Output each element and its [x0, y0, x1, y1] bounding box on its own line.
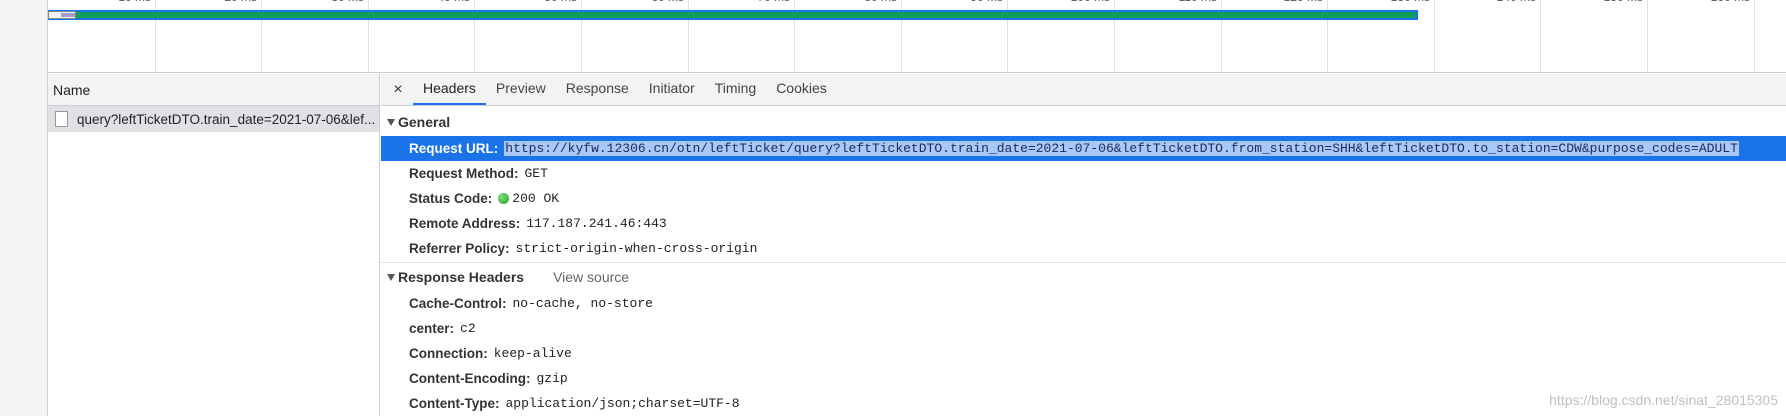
close-icon[interactable]: ×	[389, 75, 407, 105]
header-value: 117.187.241.46:443	[526, 216, 667, 231]
waterfall-waiting-segment	[72, 12, 1416, 18]
timeline-tick-label: 140 ms	[1497, 0, 1540, 4]
timeline-tick-label: 50 ms	[544, 0, 581, 4]
response-headers-title: Response Headers	[398, 269, 525, 285]
header-key: Remote Address:	[409, 216, 521, 231]
header-value: c2	[460, 321, 476, 336]
header-value: no-cache, no-store	[512, 296, 653, 311]
timeline-tick-label: 20 ms	[224, 0, 261, 4]
response-header-row: Connection: keep-alive	[381, 341, 1786, 366]
request-url-row[interactable]: Request URL: https://kyfw.12306.cn/otn/l…	[381, 136, 1786, 161]
header-value: 200 OK	[512, 191, 560, 206]
status-ok-icon	[498, 193, 510, 204]
timeline-tick-label: 10 ms	[118, 0, 155, 4]
tab-headers[interactable]: Headers	[413, 74, 486, 105]
referrer-policy-row: Referrer Policy: strict-origin-when-cros…	[381, 236, 1786, 261]
header-value: strict-origin-when-cross-origin	[515, 241, 758, 256]
name-column-header[interactable]: Name	[48, 74, 379, 106]
response-header-row: Cache-Control: no-cache, no-store	[381, 291, 1786, 316]
timeline-grid-line	[1754, 0, 1755, 72]
details-tab-bar: × Headers Preview Response Initiator Tim…	[381, 74, 1786, 106]
header-key: Connection:	[409, 346, 488, 361]
timeline-grid-line	[1647, 0, 1648, 72]
network-timeline-overview[interactable]: 10 ms 20 ms 30 ms 40 ms 50 ms 60 ms 70 ms 80 ms…	[48, 0, 1786, 73]
timeline-tick-label: 100 ms	[1071, 0, 1114, 4]
request-method-row: Request Method: GET	[381, 161, 1786, 186]
watermark: https://blog.csdn.net/sinat_28015305	[1549, 392, 1778, 408]
header-value: keep-alive	[493, 346, 572, 361]
request-details-pane: × Headers Preview Response Initiator Tim…	[381, 74, 1786, 416]
timeline-tick-label: 80 ms	[864, 0, 901, 4]
tab-initiator[interactable]: Initiator	[639, 74, 705, 105]
header-key: Request Method:	[409, 166, 519, 181]
header-key: Referrer Policy:	[409, 241, 510, 256]
view-source-link[interactable]: View source	[553, 269, 629, 285]
header-value: GET	[524, 166, 548, 181]
header-key: Content-Encoding:	[409, 371, 531, 386]
timeline-tick-label: 120 ms	[1284, 0, 1327, 4]
timeline-grid-line	[1540, 0, 1541, 72]
timeline-tick-label: 130 ms	[1391, 0, 1434, 4]
response-header-row: Content-Encoding: gzip	[381, 366, 1786, 391]
timeline-tick-label: 40 ms	[437, 0, 474, 4]
response-headers-section-toggle[interactable]: Response Headers View source	[381, 263, 1786, 291]
request-name: query?leftTicketDTO.train_date=2021-07-0…	[77, 111, 376, 127]
request-list-pane: Name query?leftTicketDTO.train_date=2021…	[48, 74, 380, 416]
tab-cookies[interactable]: Cookies	[766, 74, 837, 105]
timeline-tick-label: 70 ms	[757, 0, 794, 4]
header-value: application/json;charset=UTF-8	[505, 396, 740, 411]
header-key: Cache-Control:	[409, 296, 507, 311]
document-icon	[55, 111, 68, 127]
remote-address-row: Remote Address: 117.187.241.46:443	[381, 211, 1786, 236]
timeline-tick-label: 90 ms	[970, 0, 1007, 4]
timeline-tick-label: 60 ms	[651, 0, 688, 4]
tab-response[interactable]: Response	[556, 74, 639, 105]
status-code-row: Status Code: 200 OK	[381, 186, 1786, 211]
general-section-title: General	[398, 114, 451, 130]
header-value[interactable]: https://kyfw.12306.cn/otn/leftTicket/que…	[504, 141, 1739, 156]
header-key: center:	[409, 321, 455, 336]
timeline-tick-label: 160 ms	[1711, 0, 1754, 4]
request-list-item[interactable]: query?leftTicketDTO.train_date=2021-07-0…	[48, 106, 379, 132]
timeline-tick-label: 30 ms	[331, 0, 368, 4]
header-key: Request URL:	[409, 141, 499, 156]
request-waterfall-bar	[48, 10, 1418, 20]
tab-timing[interactable]: Timing	[705, 74, 767, 105]
triangle-down-icon	[387, 273, 395, 281]
timeline-tick-label: 110 ms	[1179, 0, 1221, 4]
timeline-tick-label: 150 ms	[1604, 0, 1647, 4]
response-header-row: center: c2	[381, 316, 1786, 341]
header-key: Content-Type:	[409, 396, 500, 411]
header-value: gzip	[536, 371, 568, 386]
waterfall-queue-segment	[48, 11, 76, 19]
header-key: Status Code:	[409, 191, 493, 206]
timeline-grid-line	[1434, 0, 1435, 72]
triangle-down-icon	[387, 118, 395, 126]
tab-preview[interactable]: Preview	[486, 74, 556, 105]
left-gutter	[0, 0, 48, 416]
general-section-toggle[interactable]: General	[381, 108, 1786, 136]
